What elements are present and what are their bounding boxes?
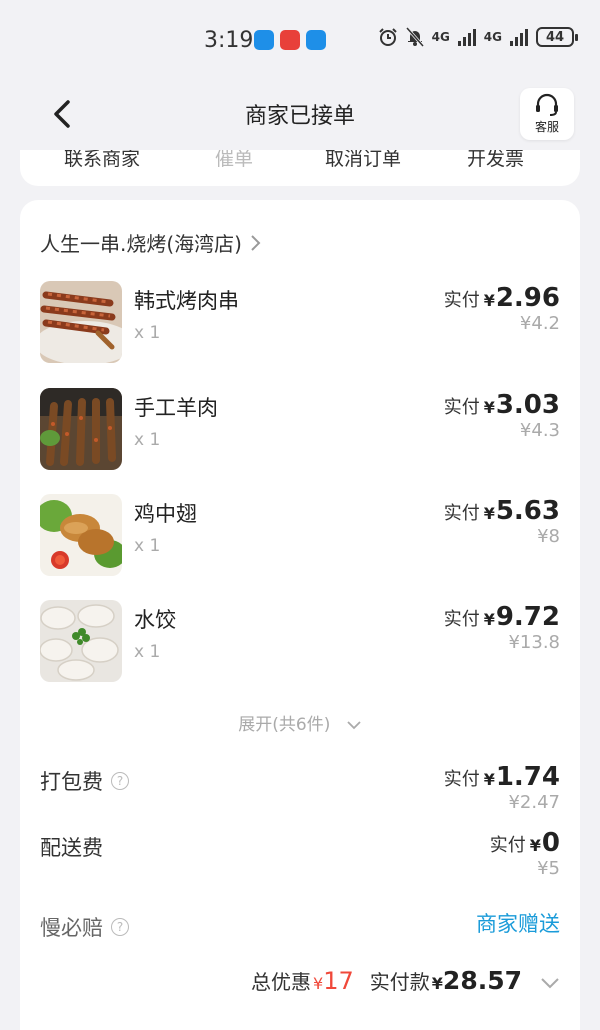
status-time: 3:19 — [204, 28, 254, 53]
headset-icon — [536, 93, 558, 116]
expand-items-button[interactable]: 展开(共6件) — [20, 710, 580, 735]
total-discount-label: 总优惠 — [251, 970, 312, 994]
item-original-price: ¥4.3 — [519, 420, 560, 441]
chevron-right-icon — [251, 234, 261, 251]
order-item[interactable]: 鸡中翅 x 1 实付 ¥ 5.63 ¥8 — [40, 494, 560, 576]
item-paid-price: 实付 ¥ 2.96 — [443, 283, 560, 313]
item-paid-price: 实付 ¥ 3.03 — [443, 390, 560, 420]
item-quantity: x 1 — [134, 642, 161, 662]
help-icon[interactable]: ? — [111, 918, 129, 936]
customer-service-button[interactable]: 客服 — [520, 88, 574, 140]
status-bar: 3:19 4G 4G 44 — [0, 0, 600, 80]
item-paid-price: 实付 ¥ 5.63 — [443, 496, 560, 526]
battery-level: 44 — [545, 29, 565, 45]
network-type-1: 4G — [431, 30, 450, 44]
item-quantity: x 1 — [134, 536, 161, 556]
chevron-down-icon — [347, 721, 361, 730]
status-indicators: 4G 4G 44 — [378, 27, 578, 47]
order-detail-card: 人生一串.烧烤(海湾店) 韩式烤肉串 x 1 实付 ¥ 2.96 ¥4.2 手工… — [20, 200, 580, 1030]
expand-label: 展开(共6件) — [238, 715, 331, 735]
packing-fee-label: 打包费 ? — [40, 766, 129, 796]
order-item[interactable]: 韩式烤肉串 x 1 实付 ¥ 2.96 ¥4.2 — [40, 281, 560, 363]
page-header: 商家已接单 客服 — [0, 80, 600, 150]
packing-fee-original: ¥2.47 — [508, 792, 560, 813]
shop-link[interactable]: 人生一串.烧烤(海湾店) — [40, 228, 262, 257]
contact-merchant-button[interactable]: 联系商家 — [64, 150, 140, 171]
total-discount-value: 17 — [323, 967, 354, 995]
order-item[interactable]: 水饺 x 1 实付 ¥ 9.72 ¥13.8 — [40, 600, 560, 682]
item-name: 韩式烤肉串 — [134, 289, 239, 313]
signal-bars-icon — [457, 28, 476, 46]
mute-bell-icon — [405, 27, 424, 47]
chevron-down-icon[interactable] — [540, 977, 560, 989]
slow-compensation-label: 慢必赔 ? — [40, 912, 129, 942]
item-image-chicken-wings — [40, 494, 122, 576]
merchant-gift-label: 商家赠送 — [476, 912, 560, 936]
shop-name: 人生一串.烧烤(海湾店) — [40, 232, 242, 256]
signal-bars-icon — [510, 28, 528, 46]
item-name: 水饺 — [134, 608, 176, 632]
item-paid-price: 实付 ¥ 9.72 — [443, 602, 560, 632]
invoice-button[interactable]: 开发票 — [467, 150, 524, 171]
app-notification-icon — [254, 30, 274, 50]
item-quantity: x 1 — [134, 323, 161, 343]
battery-icon: 44 — [536, 27, 578, 47]
order-total-summary[interactable]: 总优惠 ¥ 17 实付款 ¥ 28.57 — [251, 966, 560, 995]
page-title: 商家已接单 — [244, 104, 355, 129]
packing-fee-price: 实付 ¥ 1.74 ¥2.47 — [443, 762, 560, 813]
total-paid-label: 实付款 — [369, 970, 430, 994]
urge-order-button[interactable]: 催单 — [215, 150, 253, 171]
delivery-fee-label: 配送费 — [40, 836, 103, 860]
app-notification-icon — [280, 30, 300, 50]
item-original-price: ¥13.8 — [508, 632, 560, 653]
item-name: 鸡中翅 — [134, 502, 197, 526]
item-image-dumplings — [40, 600, 122, 682]
item-image-lamb-skewers — [40, 388, 122, 470]
cancel-order-button[interactable]: 取消订单 — [325, 150, 401, 171]
item-original-price: ¥8 — [537, 526, 560, 547]
item-name: 手工羊肉 — [134, 396, 218, 420]
app-notification-icon — [306, 30, 326, 50]
delivery-fee-original: ¥5 — [537, 858, 560, 879]
customer-service-label: 客服 — [534, 120, 559, 134]
order-actions-card: 联系商家 催单 取消订单 开发票 — [20, 150, 580, 186]
help-icon[interactable]: ? — [111, 772, 129, 790]
total-paid-value: 28.57 — [442, 966, 522, 995]
item-original-price: ¥4.2 — [519, 313, 560, 334]
delivery-fee-price: 实付 ¥ 0 ¥5 — [489, 828, 560, 879]
order-item[interactable]: 手工羊肉 x 1 实付 ¥ 3.03 ¥4.3 — [40, 388, 560, 470]
network-type-2: 4G — [483, 30, 502, 44]
item-image-kebab — [40, 281, 122, 363]
item-quantity: x 1 — [134, 430, 161, 450]
alarm-icon — [378, 28, 397, 46]
